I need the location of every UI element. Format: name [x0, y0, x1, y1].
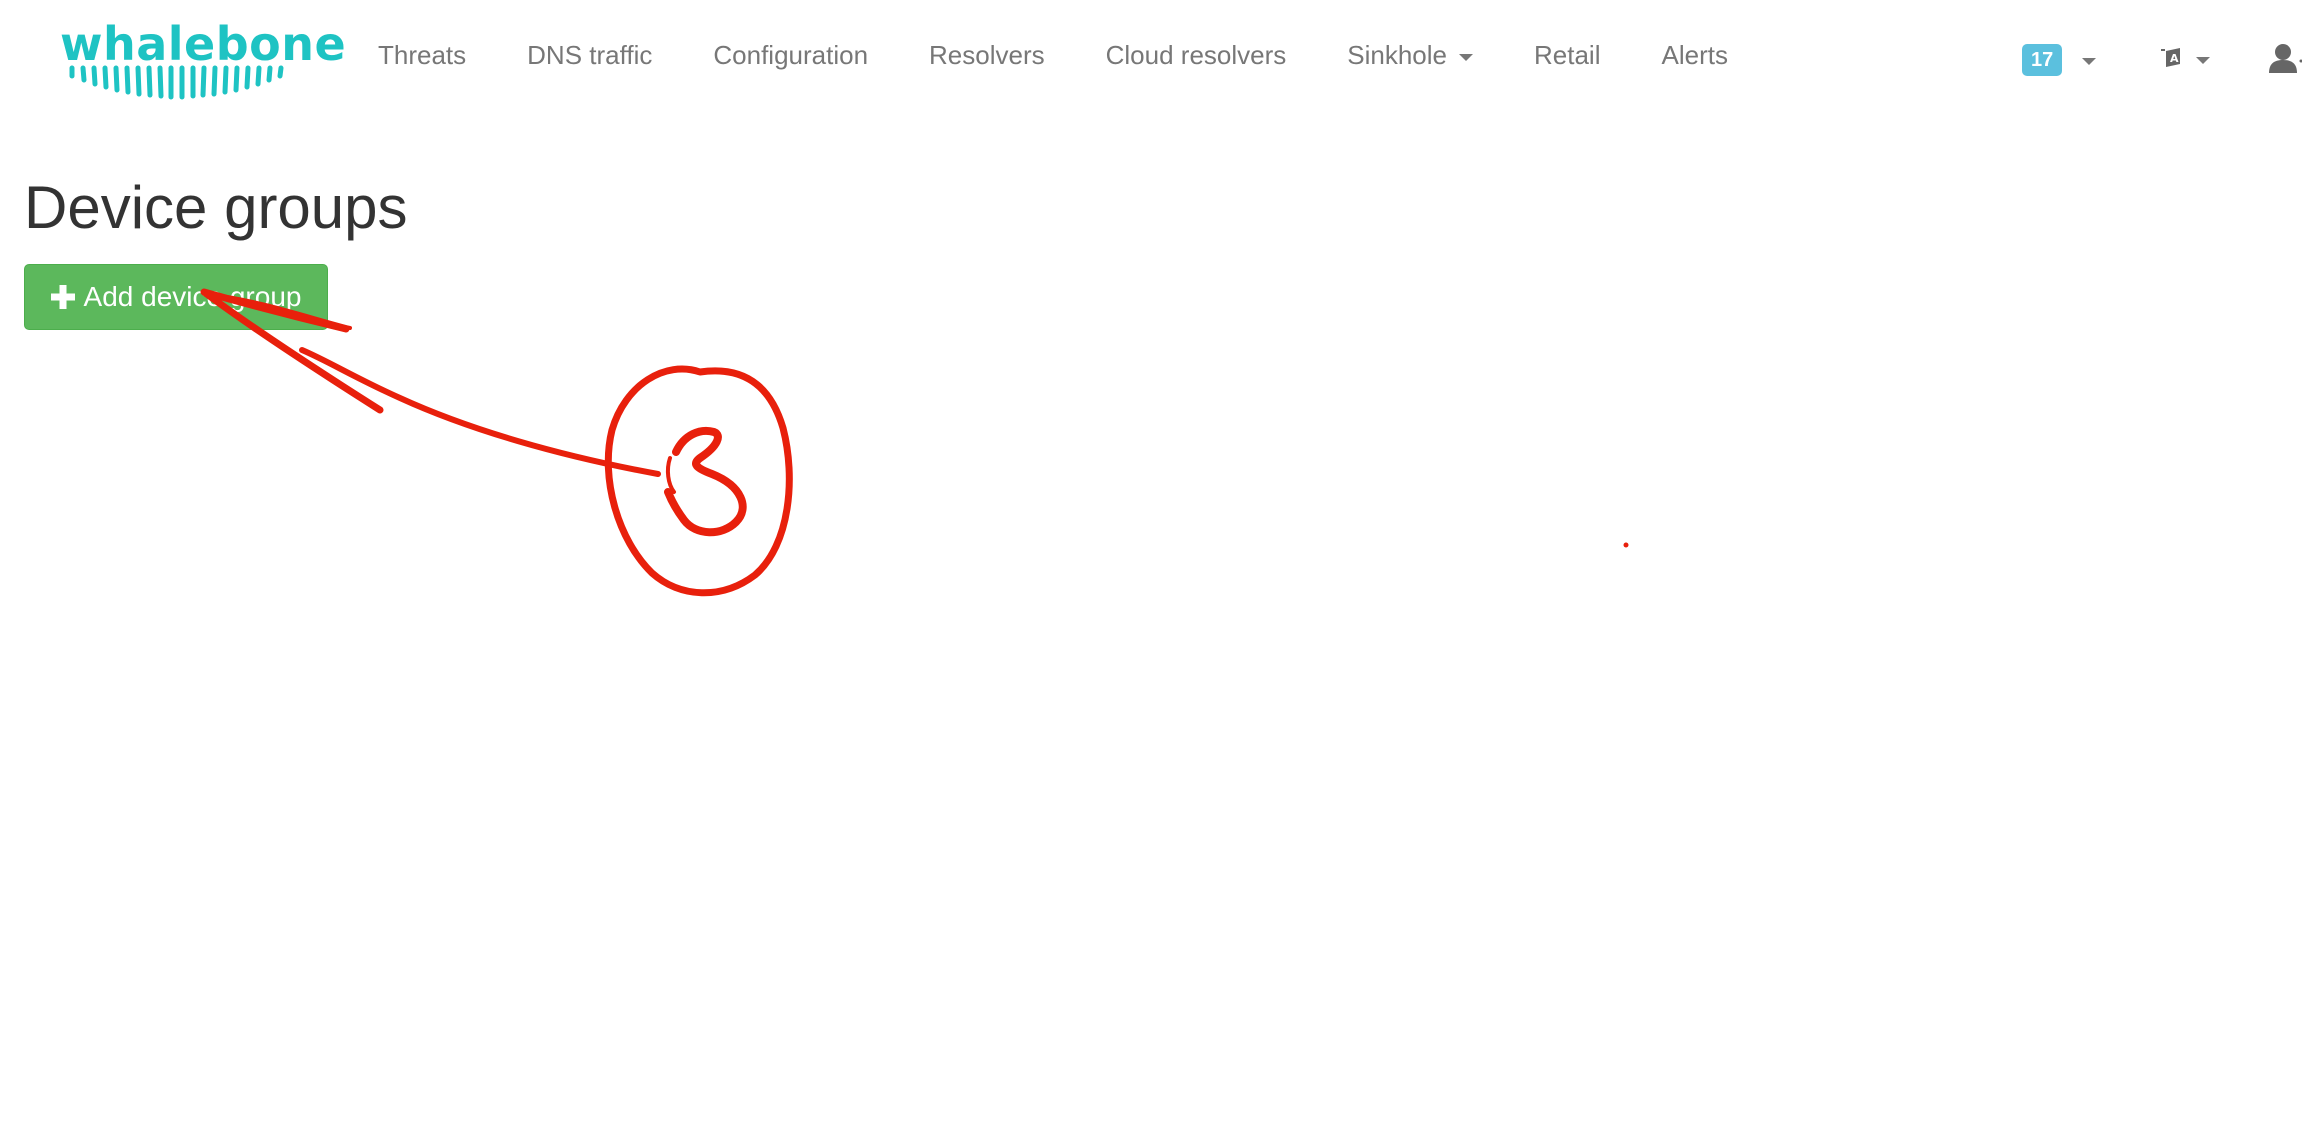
nav-item-sinkhole[interactable]: Sinkhole: [1347, 40, 1473, 71]
logo-wave-icon: [69, 65, 284, 100]
main-nav: Threats DNS traffic Configuration Resolv…: [378, 40, 1789, 71]
chevron-down-icon: [2196, 57, 2210, 64]
nav-item-dns-traffic[interactable]: DNS traffic: [527, 40, 652, 71]
nav-item-threats[interactable]: Threats: [378, 40, 466, 71]
user-icon: [2269, 44, 2302, 73]
nav-item-label: Retail: [1534, 40, 1601, 70]
annotation-circle: [604, 365, 793, 597]
nav-item-label: Cloud resolvers: [1105, 40, 1287, 70]
nav-item-label: Sinkhole: [1347, 40, 1447, 70]
nav-item-label: Alerts: [1661, 40, 1728, 70]
annotation-number-3: [664, 427, 747, 537]
user-menu[interactable]: [2268, 42, 2302, 74]
svg-text:A: A: [2170, 52, 2179, 65]
add-device-group-label: Add device group: [83, 281, 302, 312]
nav-item-cloud-resolvers[interactable]: Cloud resolvers: [1106, 40, 1287, 71]
logo-text: whalebone: [60, 17, 347, 71]
page: whalebone Threats DNS traffic Configurat…: [0, 0, 2310, 1128]
notifications-dropdown[interactable]: 17: [2022, 44, 2097, 76]
nav-item-label: Configuration: [713, 40, 869, 70]
annotation-dot: [1623, 542, 1629, 548]
nav-item-label: Resolvers: [929, 40, 1045, 70]
nav-item-label: Threats: [378, 40, 467, 70]
notification-count-badge: 17: [2022, 44, 2063, 76]
top-navbar: whalebone Threats DNS traffic Configurat…: [0, 0, 2310, 118]
page-title: Device groups: [24, 174, 408, 241]
chevron-down-icon: [1459, 53, 1473, 61]
nav-item-retail[interactable]: Retail: [1534, 40, 1600, 71]
annotation-overlay: [200, 288, 1629, 597]
nav-item-configuration[interactable]: Configuration: [713, 40, 868, 71]
add-device-group-button[interactable]: Add device group: [24, 264, 328, 330]
nav-item-alerts[interactable]: Alerts: [1661, 40, 1727, 71]
nav-item-label: DNS traffic: [527, 40, 653, 70]
plus-icon: [50, 285, 75, 309]
language-icon: A: [2161, 48, 2180, 67]
whalebone-logo[interactable]: whalebone: [60, 21, 346, 114]
language-dropdown[interactable]: A: [2158, 46, 2210, 72]
chevron-down-icon: [2082, 58, 2097, 65]
annotation-arrow-shaft: [299, 347, 661, 477]
nav-item-resolvers[interactable]: Resolvers: [929, 40, 1045, 71]
